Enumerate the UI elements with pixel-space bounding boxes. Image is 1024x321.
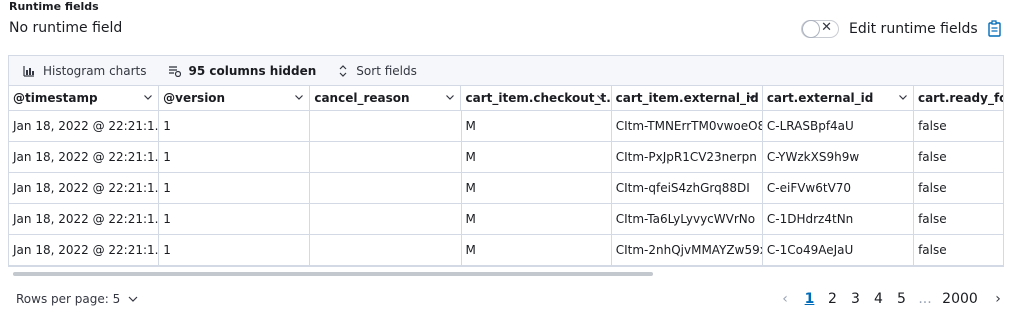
chevron-down-icon: [596, 95, 605, 100]
sort-fields-button[interactable]: Sort fields: [338, 64, 417, 78]
chevron-down-icon: [446, 95, 455, 100]
columns-hidden-label: 95 columns hidden: [188, 63, 317, 78]
chevron-down-icon: [899, 95, 907, 100]
chevron-down-icon: [747, 95, 756, 100]
table-cell[interactable]: M: [462, 235, 612, 265]
column-header-cart-ready-for[interactable]: cart.ready_for: [914, 86, 1003, 110]
table-cell[interactable]: C-eiFVw6tV70: [763, 173, 915, 203]
data-grid: Histogram charts 95 columns hidden Sort …: [8, 55, 1004, 267]
edit-runtime-fields-toggle[interactable]: ✕ Edit runtime fields: [801, 20, 978, 38]
column-header-cart-item-external-id[interactable]: cart_item.external_id: [612, 86, 763, 110]
table-cell[interactable]: false: [914, 173, 1003, 203]
table-cell[interactable]: M: [462, 142, 612, 172]
toggle-knob: [802, 20, 820, 38]
no-runtime-field-text: No runtime field: [9, 20, 123, 36]
chevron-down-icon: [144, 95, 153, 100]
column-header-version[interactable]: @version: [159, 86, 311, 110]
horizontal-scrollbar[interactable]: [9, 269, 1004, 277]
histogram-icon: [23, 65, 34, 77]
pagination: ‹ 1 2 3 4 5 ... 2000 ›: [778, 291, 1005, 307]
table-row: Jan 18, 2022 @ 22:21:1... 1 M CItm-PxJpR…: [9, 142, 1003, 173]
table-cell[interactable]: CItm-Ta6LyLyvycWVrNo: [612, 204, 763, 234]
table-cell[interactable]: false: [914, 111, 1003, 141]
column-header-timestamp[interactable]: @timestamp: [9, 86, 160, 110]
page-link-5[interactable]: 5: [890, 291, 913, 307]
table-cell[interactable]: [310, 204, 462, 234]
table-cell[interactable]: M: [462, 204, 612, 234]
table-row: Jan 18, 2022 @ 22:21:1... 1 M CItm-TMNEr…: [9, 111, 1003, 142]
table-cell[interactable]: 1: [159, 142, 311, 172]
chevron-down-icon: [295, 95, 304, 100]
documentation-icon[interactable]: [986, 20, 1002, 38]
next-page-icon[interactable]: ›: [991, 291, 1005, 307]
column-header-cart-item-checkout[interactable]: cart_item.checkout_t...: [461, 86, 612, 110]
table-cell[interactable]: CItm-TMNErrTM0vwoeO8: [612, 111, 763, 141]
sort-icon: [339, 64, 347, 77]
table-cell[interactable]: false: [914, 204, 1003, 234]
table-cell[interactable]: [310, 235, 462, 265]
table-cell[interactable]: C-1DHdrz4tNn: [763, 204, 915, 234]
histogram-charts-label: Histogram charts: [43, 63, 147, 78]
table-cell[interactable]: 1: [159, 204, 311, 234]
columns-hidden-button[interactable]: 95 columns hidden: [168, 63, 317, 78]
previous-page-icon[interactable]: ‹: [778, 291, 792, 307]
table-cell[interactable]: false: [914, 235, 1003, 265]
table-row: Jan 18, 2022 @ 22:21:1... 1 M CItm-2nhQj…: [9, 235, 1003, 266]
table-cell[interactable]: M: [462, 111, 612, 141]
page-link-last[interactable]: 2000: [937, 291, 983, 307]
grid-header-row: @timestamp @version cancel_reason cart_i…: [9, 86, 1003, 111]
toggle-switch[interactable]: ✕: [801, 20, 839, 38]
table-row: Jan 18, 2022 @ 22:21:1... 1 M CItm-qfeiS…: [9, 173, 1003, 204]
column-header-cancel-reason[interactable]: cancel_reason: [310, 86, 462, 110]
grid-toolbar: Histogram charts 95 columns hidden Sort …: [9, 56, 1003, 86]
table-cell[interactable]: 1: [159, 173, 311, 203]
column-header-cart-external-id[interactable]: cart.external_id: [763, 86, 914, 110]
table-cell[interactable]: false: [914, 142, 1003, 172]
table-cell[interactable]: Jan 18, 2022 @ 22:21:1...: [9, 235, 160, 265]
table-cell[interactable]: Jan 18, 2022 @ 22:21:1...: [9, 111, 160, 141]
pagination-ellipsis: ...: [918, 291, 932, 307]
table-cell[interactable]: M: [462, 173, 612, 203]
edit-runtime-fields-label: Edit runtime fields: [849, 21, 978, 37]
page-link-1[interactable]: 1: [798, 291, 821, 307]
page-link-4[interactable]: 4: [867, 291, 890, 307]
table-row: Jan 18, 2022 @ 22:21:1... 1 M CItm-Ta6Ly…: [9, 204, 1003, 235]
table-cell[interactable]: CItm-qfeiS4zhGrq88DI: [612, 173, 763, 203]
table-cell[interactable]: 1: [159, 235, 311, 265]
scrollbar-thumb[interactable]: [13, 272, 653, 276]
table-cell[interactable]: Jan 18, 2022 @ 22:21:1...: [9, 173, 160, 203]
table-cell[interactable]: [310, 173, 462, 203]
page-link-2[interactable]: 2: [821, 291, 844, 307]
table-cell[interactable]: Jan 18, 2022 @ 22:21:1...: [9, 142, 160, 172]
table-cell[interactable]: C-LRASBpf4aU: [763, 111, 915, 141]
rows-per-page-button[interactable]: Rows per page: 5: [16, 292, 138, 306]
table-cell[interactable]: 1: [159, 111, 311, 141]
rows-per-page-label: Rows per page: 5: [16, 292, 121, 306]
page-link-3[interactable]: 3: [844, 291, 867, 307]
sort-fields-label: Sort fields: [356, 63, 417, 78]
table-cell[interactable]: [310, 111, 462, 141]
table-cell[interactable]: CItm-PxJpR1CV23nerpn: [612, 142, 763, 172]
runtime-fields-title: Runtime fields: [9, 0, 99, 13]
table-cell[interactable]: [310, 142, 462, 172]
histogram-charts-button[interactable]: Histogram charts: [23, 64, 147, 78]
table-cell[interactable]: Jan 18, 2022 @ 22:21:1...: [9, 204, 160, 234]
columns-hidden-icon: [168, 65, 181, 77]
chevron-down-icon: [128, 296, 138, 302]
table-cell[interactable]: CItm-2nhQjvMMAYZw59x: [612, 235, 763, 265]
table-cell[interactable]: C-YWzkXS9h9w: [763, 142, 915, 172]
close-icon: ✕: [821, 20, 832, 35]
table-cell[interactable]: C-1Co49AeJaU: [763, 235, 915, 265]
